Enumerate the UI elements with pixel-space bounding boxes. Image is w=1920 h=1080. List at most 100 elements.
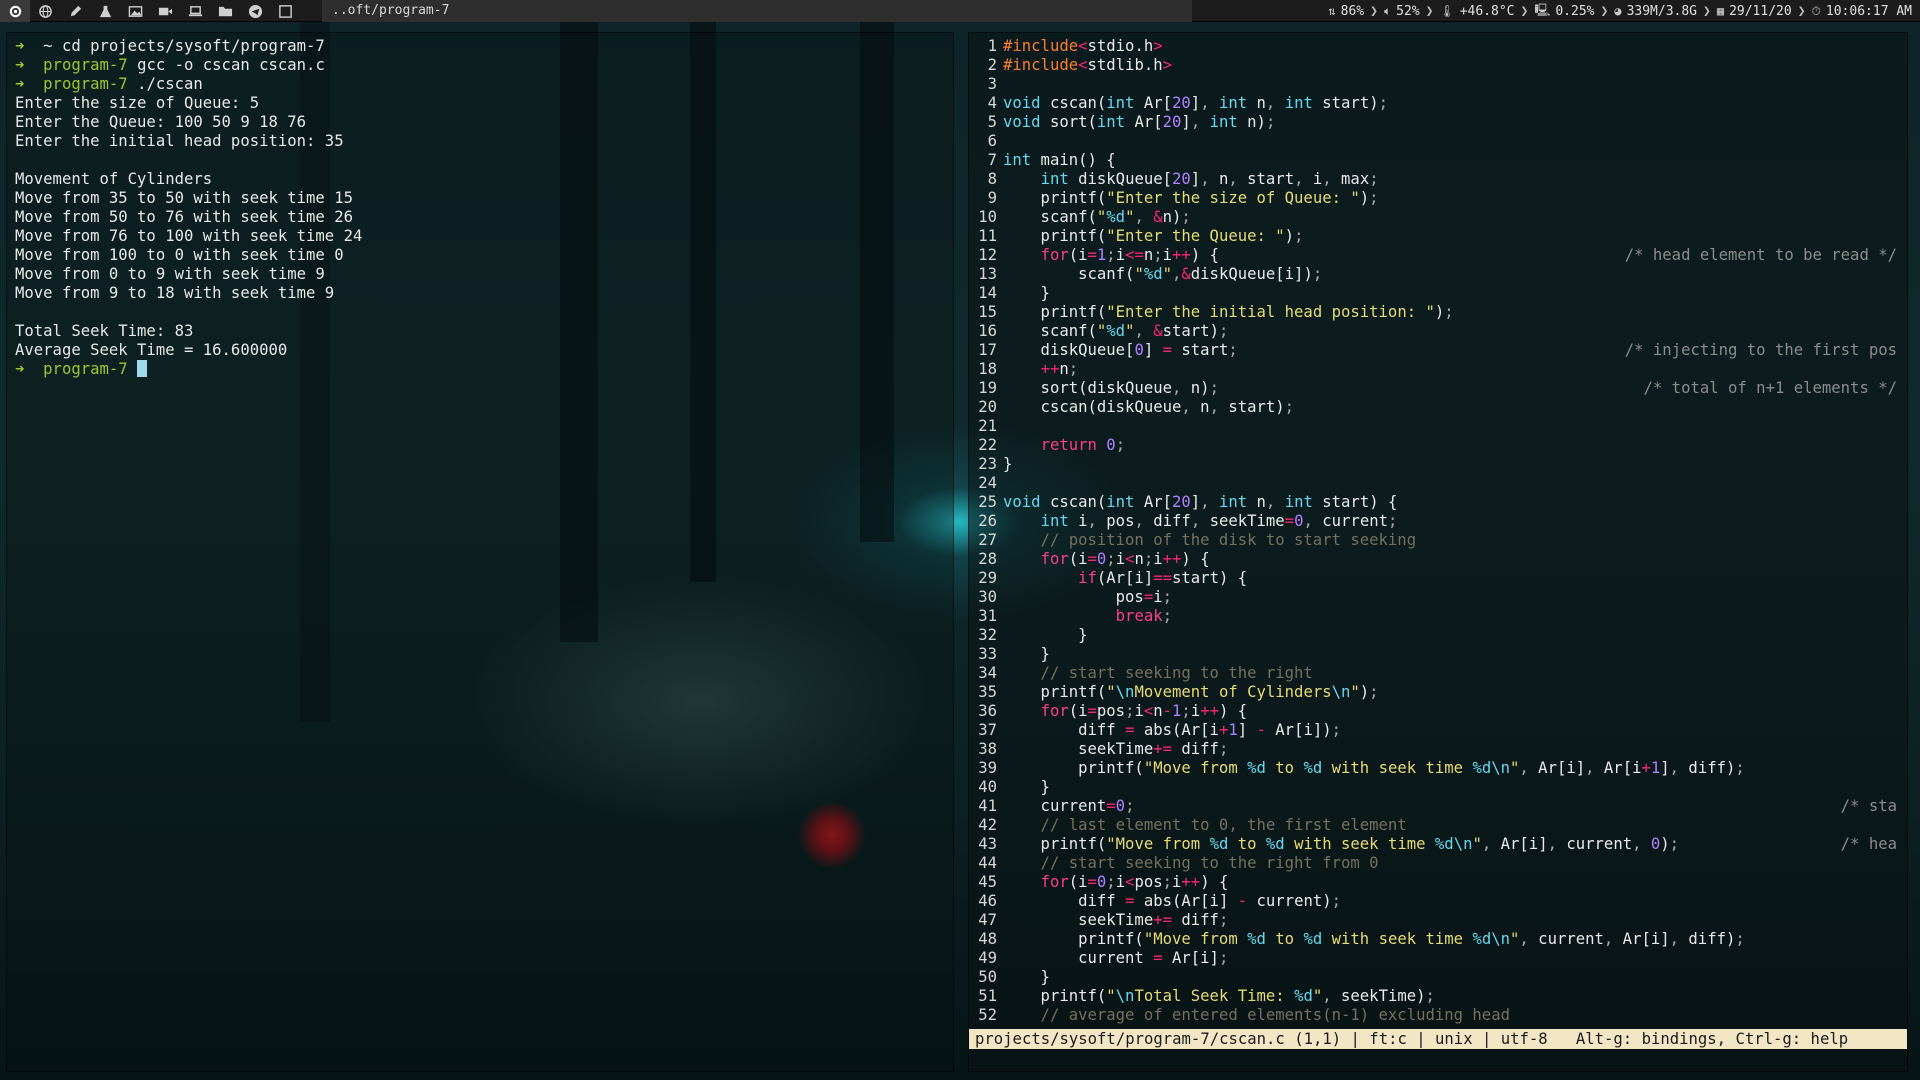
code-line: 29 if(Ar[i]==start) {	[969, 569, 1909, 588]
line-number: 24	[978, 474, 997, 492]
terminal-output-line: Move from 35 to 50 with seek time 15	[15, 189, 353, 207]
editor-window[interactable]: 1 #include<stdio.h> 2 #include<stdlib.h> 3 4 v…	[968, 32, 1908, 1072]
line-number: 50	[978, 968, 997, 986]
code-line: 10 scanf("%d", &n);	[969, 208, 1909, 227]
code-line: 7 int main() {	[969, 151, 1909, 170]
line-source: printf("Enter the Queue: ");	[1003, 227, 1304, 245]
memory-status: ◕ 339M/3.8G ❯	[1614, 3, 1711, 19]
line-comment: /* hea	[1840, 835, 1897, 853]
code-line: 44 // start seeking to the right from 0	[969, 854, 1909, 873]
monitor-icon: 🖳︎	[1534, 2, 1551, 17]
terminal-output-line: Enter the initial head position: 35	[15, 132, 344, 150]
code-line: 24	[969, 474, 1909, 493]
terminal-window[interactable]: ➜ ~ cd projects/sysoft/program-7 ➜ progra…	[6, 32, 954, 1072]
line-source: diff = abs(Ar[i+1] - Ar[i]);	[1003, 721, 1342, 739]
terminal-output-line: Move from 9 to 18 with seek time 9	[15, 284, 335, 302]
line-number: 21	[978, 417, 997, 435]
code-line: 32 }	[969, 626, 1909, 645]
line-source: int i, pos, diff, seekTime=0, current;	[1040, 512, 1398, 530]
line-source: // position of the disk to start seeking	[1003, 531, 1417, 549]
line-source: for(i=0;i<pos;i++) {	[1040, 873, 1229, 891]
speaker-icon: 🔈︎	[1383, 3, 1392, 18]
code-area[interactable]: 1 #include<stdio.h> 2 #include<stdlib.h> 3 4 v…	[969, 37, 1909, 1025]
line-number: 48	[978, 930, 997, 948]
code-line: 38 seekTime+= diff;	[969, 740, 1909, 759]
image-icon	[128, 4, 143, 19]
workspace-3[interactable]	[60, 0, 90, 22]
line-source: }	[1003, 455, 1013, 473]
prompt-directory: program-7	[43, 360, 128, 378]
line-number: 6	[987, 132, 997, 150]
workspace-5[interactable]	[120, 0, 150, 22]
workspace-7[interactable]	[180, 0, 210, 22]
volume-status[interactable]: 🔈︎ 52% ❯	[1384, 4, 1434, 19]
line-number: 2	[987, 56, 997, 74]
line-number: 7	[987, 151, 997, 169]
code-line: 33 }	[969, 645, 1909, 664]
line-number: 35	[978, 683, 997, 701]
folder-icon	[218, 4, 233, 19]
line-source	[1003, 417, 1909, 436]
line-source: }	[1003, 778, 1050, 796]
status-area: ⇅ 86% ❯ 🔈︎ 52% ❯ 🌡︎ +46.8°C ❯ 🖳︎ 0.25% ❯ ◕ 339M/3…	[1322, 0, 1912, 22]
line-number: 30	[978, 588, 997, 606]
code-line: 22 return 0;	[969, 436, 1909, 455]
line-number: 51	[978, 987, 997, 1005]
line-number: 45	[978, 873, 997, 891]
line-source	[1003, 474, 1909, 493]
line-source: }	[1003, 968, 1050, 986]
code-line: 45 for(i=0;i<pos;i++) {	[969, 873, 1909, 892]
terminal-output-line: Enter the size of Queue: 5	[15, 94, 260, 112]
terminal-output-line: Enter the Queue: 100 50 9 18 76	[15, 113, 307, 131]
line-source: pos=i;	[1003, 588, 1172, 606]
line-number: 15	[978, 303, 997, 321]
code-line: 17 diskQueue[0] = start;/* injecting to …	[969, 341, 1909, 360]
line-source: }	[1003, 284, 1050, 302]
line-number: 28	[978, 550, 997, 568]
cog-icon	[8, 4, 23, 19]
line-number: 1	[987, 37, 997, 55]
terminal-prompt-line: ➜ program-7	[15, 360, 953, 379]
line-source	[1003, 75, 1909, 94]
workspace-9[interactable]	[240, 0, 270, 22]
line-source: current=0;	[1003, 797, 1135, 815]
code-line: 19 sort(diskQueue, n);/* total of n+1 el…	[969, 379, 1909, 398]
line-number: 16	[978, 322, 997, 340]
workspace-6[interactable]	[150, 0, 180, 22]
code-line: 28 for(i=0;i<n;i++) {	[969, 550, 1909, 569]
line-number: 8	[987, 170, 997, 188]
workspace-4[interactable]	[90, 0, 120, 22]
code-line: 16 scanf("%d", &start);	[969, 322, 1909, 341]
code-line: 39 printf("Move from %d to %d with seek …	[969, 759, 1909, 778]
prompt-directory: program-7	[43, 56, 128, 74]
terminal-prompt-line: ➜ program-7 gcc -o cscan cscan.c	[15, 56, 953, 75]
prompt-command: cd projects/sysoft/program-7	[61, 37, 325, 55]
temperature-status: 🌡︎ +46.8°C ❯	[1439, 3, 1529, 19]
clock-icon: ⏱︎	[1811, 3, 1821, 18]
line-comment: /* injecting to the first pos	[1624, 341, 1897, 359]
line-source: diff = abs(Ar[i] - current);	[1003, 892, 1342, 910]
line-number: 4	[987, 94, 997, 112]
terminal-output-line: Movement of Cylinders	[15, 170, 213, 188]
line-source: printf("Move from %d to %d with seek tim…	[1003, 835, 1680, 853]
line-source: }	[1003, 626, 1088, 644]
workspace-8[interactable]	[210, 0, 240, 22]
code-line: 13 scanf("%d",&diskQueue[i]);	[969, 265, 1909, 284]
code-line: 18 ++n;	[969, 360, 1909, 379]
workspace-1[interactable]	[0, 0, 30, 22]
terminal-output-line: Move from 100 to 0 with seek time 0	[15, 246, 344, 264]
line-number: 39	[978, 759, 997, 777]
code-line: 34 // start seeking to the right	[969, 664, 1909, 683]
code-line: 36 for(i=pos;i<n-1;i++) {	[969, 702, 1909, 721]
line-number: 17	[978, 341, 997, 359]
line-source: printf("Enter the initial head position:…	[1003, 303, 1454, 321]
line-source: break;	[1115, 607, 1173, 625]
line-source: // start seeking to the right	[1003, 664, 1313, 682]
line-number: 29	[978, 569, 997, 587]
line-number: 19	[978, 379, 997, 397]
workspace-2[interactable]	[30, 0, 60, 22]
code-line: 14 }	[969, 284, 1909, 303]
line-number: 38	[978, 740, 997, 758]
code-line: 37 diff = abs(Ar[i+1] - Ar[i]);	[969, 721, 1909, 740]
workspace-10[interactable]	[270, 0, 300, 22]
